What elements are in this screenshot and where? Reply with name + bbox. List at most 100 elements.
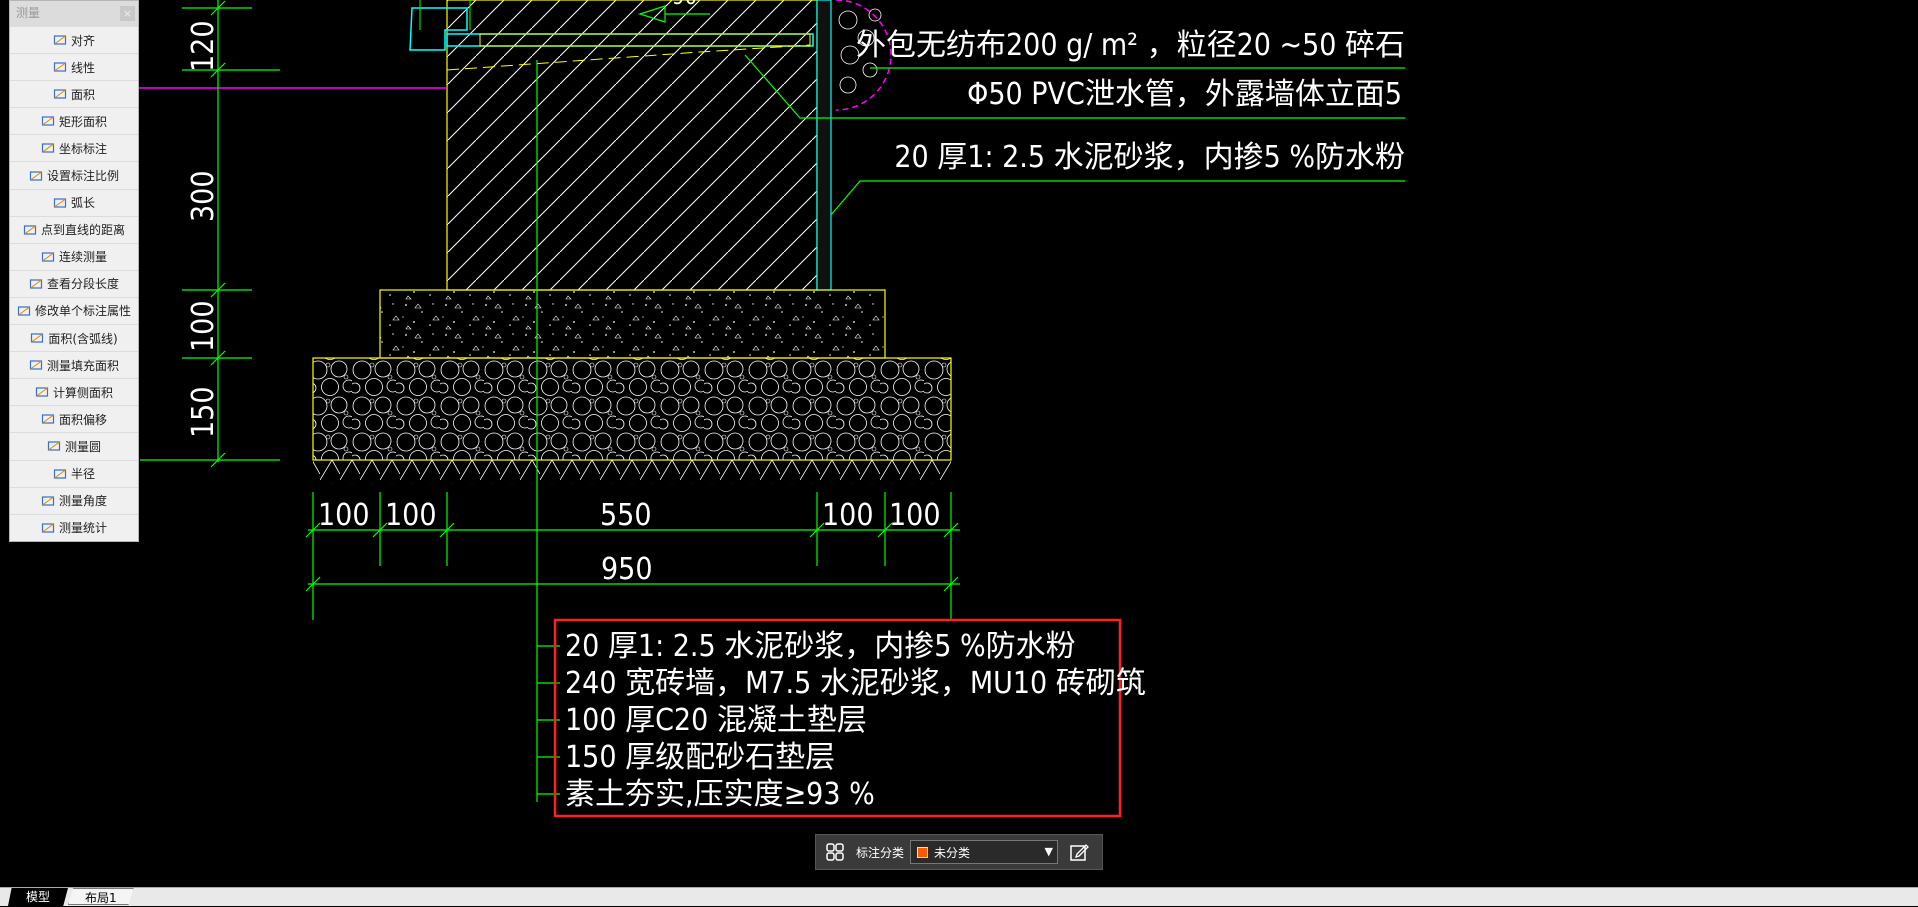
tool-item[interactable]: 坐标标注 [10,134,138,161]
tool-item-label: 弧长 [70,196,95,211]
callout-pvc: Φ50 PVC泄水管，外露墙体立面5 [967,77,1402,112]
area-offset-icon [41,414,55,424]
tool-item-label: 连续测量 [58,250,107,265]
tool-item-label: 设置标注比例 [46,169,119,184]
dim-text-300: 300 [186,170,221,222]
dim-text-100-b: 100 [385,498,437,533]
tool-item[interactable]: 对齐 [10,26,138,53]
tool-item[interactable]: 面积 [10,80,138,107]
grid-icon[interactable] [824,841,846,863]
dim-text-150: 150 [186,386,221,438]
align-icon [53,35,67,45]
tool-item[interactable]: 点到直线的距离 [10,215,138,243]
tool-item-label: 测量圆 [64,439,101,454]
tool-item-label: 对齐 [70,33,95,48]
chevron-down-icon: ▼ [1044,845,1054,858]
segment-length-icon [29,279,43,289]
layer-note-4: 150 厚级配砂石垫层 [565,740,835,775]
tool-item[interactable]: 矩形面积 [10,107,138,134]
edit-icon[interactable] [1068,841,1090,863]
tool-item[interactable]: 测量统计 [10,513,138,541]
dim-text-100: 100 [186,300,221,352]
annotation-category-label: 标注分类 [856,845,905,860]
tool-item-label: 半径 [70,467,95,482]
gravel-pad [312,357,952,461]
tool-item-label: 测量填充面积 [46,358,119,373]
layer-leaders [537,645,560,795]
tool-item-label: 坐标标注 [58,141,107,156]
panel-title-text: 测量 [16,6,41,20]
tool-item[interactable]: 测量填充面积 [10,351,138,378]
tool-item-label: 测量角度 [58,494,107,509]
linear-measure-icon [53,62,67,72]
tool-item-label: 修改单个标注属性 [34,304,131,319]
cad-drawing: 120 300 100 150 100 100 550 100 100 950 … [138,0,1405,818]
tool-item[interactable]: 修改单个标注属性 [10,296,138,324]
compacted-soil [313,460,951,484]
annotation-toolbar: 标注分类 未分类 ▼ [815,834,1103,870]
dim-text-100-d: 100 [889,498,941,533]
tab-layout1[interactable]: 布局1 [68,888,134,905]
callout-mortar: 20 厚1: 2.5 水泥砂浆，内掺5 %防水粉 [894,140,1405,175]
tool-item[interactable]: 线性 [10,53,138,80]
fill-area-icon [29,360,43,370]
tool-item[interactable]: 连续测量 [10,242,138,270]
callout-gravel: 外包无纺布200 g/ m² ，粒径20 ~50 碎石 [856,28,1405,63]
measure-angle-icon [41,496,55,506]
side-area-icon [35,387,49,397]
tool-item[interactable]: 测量角度 [10,486,138,514]
category-color-swatch [917,846,929,858]
tool-item[interactable]: 测量圆 [10,432,138,459]
point-line-distance-icon [23,225,37,235]
tool-list: 对齐线性面积矩形面积坐标标注设置标注比例 弧长点到直线的距离 连续测量查看分段长度修… [10,26,138,541]
tool-item[interactable]: 面积偏移 [10,405,138,432]
concrete-pad [379,289,886,359]
tool-item-label: 矩形面积 [58,114,107,129]
cad-canvas[interactable]: 120 300 100 150 100 100 550 100 100 950 … [0,0,1918,887]
tool-item-label: 测量统计 [58,521,107,536]
edit-annotation-icon [17,306,31,316]
tool-item[interactable]: 计算侧面积 [10,378,138,405]
tab-model[interactable]: 模型 [8,888,69,906]
annotation-category-select[interactable]: 未分类 ▼ [910,840,1059,864]
measure-stats-icon [41,523,55,533]
radius-icon [53,468,67,479]
tool-item[interactable]: 半径 [10,459,138,487]
continuous-measure-icon [41,252,55,262]
tool-item[interactable]: 设置标注比例 [10,161,138,188]
tool-item[interactable]: 查看分段长度 [10,269,138,297]
layer-note-3: 100 厚C20 混凝土垫层 [565,703,867,738]
selected-category: 未分类 [934,845,971,860]
arc-area-icon [31,333,44,343]
plaster-layer [816,0,832,291]
layer-note-1: 20 厚1: 2.5 水泥砂浆，内掺5 %防水粉 [565,629,1076,664]
arc-length-icon [53,198,67,208]
tool-item[interactable]: 面积(含弧线) [10,324,138,351]
dim-text-120: 120 [186,20,221,72]
coordinate-icon [41,143,55,154]
wall-hatch [447,0,817,290]
tool-item-label: 面积(含弧线) [48,331,118,346]
layer-note-2: 240 宽砖墙，M7.5 水泥砂浆，MU10 砖砌筑 [565,666,1146,701]
panel-title: 测量 × [10,1,138,26]
scale-icon [29,170,43,181]
area-icon [53,89,67,99]
tool-item-label: 线性 [70,60,95,75]
dim-text-550: 550 [600,498,652,533]
tool-item-label: 计算侧面积 [52,385,113,400]
rect-area-icon [41,116,55,126]
dim-text-100-a: 100 [318,498,370,533]
top-partial-dim: 90 [672,0,697,10]
measure-circle-icon [47,441,61,452]
dim-text-950: 950 [601,552,653,587]
layer-note-5: 素土夯实,压实度≥93 % [565,777,875,812]
close-icon[interactable]: × [120,6,135,21]
tool-item-label: 查看分段长度 [46,277,119,292]
tool-item-label: 面积偏移 [58,412,107,427]
dim-text-100-c: 100 [822,498,874,533]
tool-item-label: 面积 [70,87,95,102]
tool-item-label: 点到直线的距离 [40,223,125,238]
layout-tabs: 模型 布局1 [0,887,1918,906]
measure-panel: 测量 × 对齐线性面积矩形面积坐标标注设置标注比例 弧长点到直线的距离 连续测量查看… [9,0,139,542]
tool-item[interactable]: 弧长 [10,188,138,216]
